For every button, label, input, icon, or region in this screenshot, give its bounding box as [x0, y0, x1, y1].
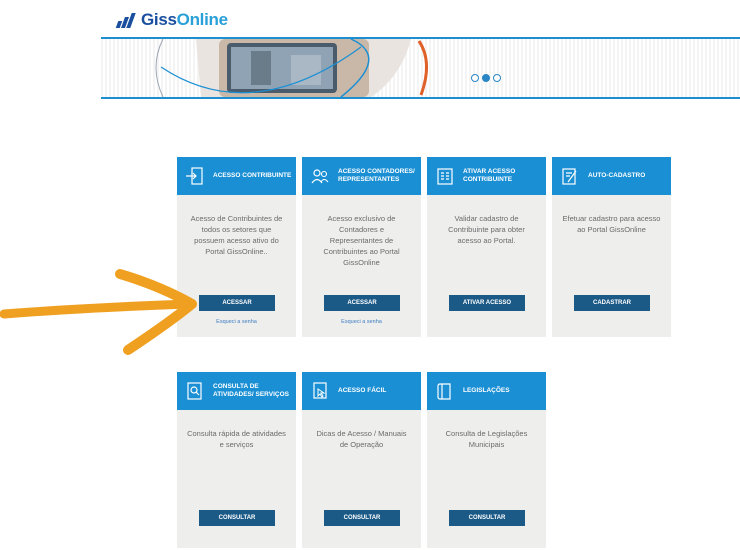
card-description: Consulta rápida de atividades e serviços — [187, 429, 286, 449]
card-ativar-acesso: ATIVAR ACESSO CONTRIBUINTE Validar cadas… — [427, 157, 546, 337]
card-description: Consulta de Legislações Municipais — [445, 429, 528, 449]
pointer-doc-icon — [313, 382, 327, 399]
carousel-dot[interactable] — [471, 74, 479, 82]
card-description: Efetuar cadastro para acesso ao Portal G… — [562, 214, 661, 234]
carousel-dot[interactable] — [493, 74, 501, 82]
cadastrar-button[interactable]: CADASTRAR — [574, 295, 650, 311]
carousel-dot-active[interactable] — [482, 74, 490, 82]
card-title: ATIVAR ACESSO CONTRIBUINTE — [463, 168, 516, 183]
card-title: CONSULTA DE ATIVIDADES/ SERVIÇOS — [213, 383, 289, 398]
card-title: LEGISLAÇÕES — [463, 387, 510, 394]
card-title: AUTO-CADASTRO — [588, 172, 646, 179]
building-icon — [437, 168, 453, 185]
card-description: Dicas de Acesso / Manuais de Operação — [316, 429, 407, 449]
card-consulta-atividades: CONSULTA DE ATIVIDADES/ SERVIÇOS Consult… — [177, 372, 296, 548]
form-edit-icon — [562, 168, 577, 185]
card-title: ACESSO CONTRIBUINTE — [213, 172, 292, 179]
forgot-password-link[interactable]: Esqueci a senha — [302, 319, 421, 325]
card-title: ACESSO FÁCIL — [338, 387, 387, 394]
users-icon — [311, 169, 329, 184]
logo-bars-icon — [115, 12, 138, 28]
login-door-icon — [186, 167, 203, 185]
acessar-button[interactable]: ACESSAR — [324, 295, 400, 311]
card-title: ACESSO CONTADORES/ REPRESENTANTES — [338, 168, 415, 183]
gissonline-logo[interactable]: GissOnline — [115, 10, 228, 30]
card-legislacoes: LEGISLAÇÕES Consulta de Legislações Muni… — [427, 372, 546, 548]
card-description: Validar cadastro de Contribuinte para ob… — [448, 214, 525, 245]
card-acesso-facil: ACESSO FÁCIL Dicas de Acesso / Manuais d… — [302, 372, 421, 548]
search-doc-icon — [187, 382, 202, 400]
hero-banner — [101, 37, 740, 99]
card-description: Acesso exclusivo de Contadores e Represe… — [323, 214, 400, 267]
phone-photo-illustration — [155, 38, 428, 98]
ativar-acesso-button[interactable]: ATIVAR ACESSO — [449, 295, 525, 311]
consultar-button[interactable]: CONSULTAR — [199, 510, 275, 526]
law-book-icon — [437, 383, 451, 400]
orange-arrow-icon — [0, 269, 197, 355]
logo-text: GissOnline — [141, 10, 228, 29]
card-description: Acesso de Contribuintes de todos os seto… — [190, 214, 283, 256]
card-acesso-contadores: ACESSO CONTADORES/ REPRESENTANTES Acesso… — [302, 157, 421, 337]
consultar-button[interactable]: CONSULTAR — [324, 510, 400, 526]
consultar-button[interactable]: CONSULTAR — [449, 510, 525, 526]
carousel-dots[interactable] — [471, 74, 501, 82]
card-auto-cadastro: AUTO-CADASTRO Efetuar cadastro para aces… — [552, 157, 671, 337]
